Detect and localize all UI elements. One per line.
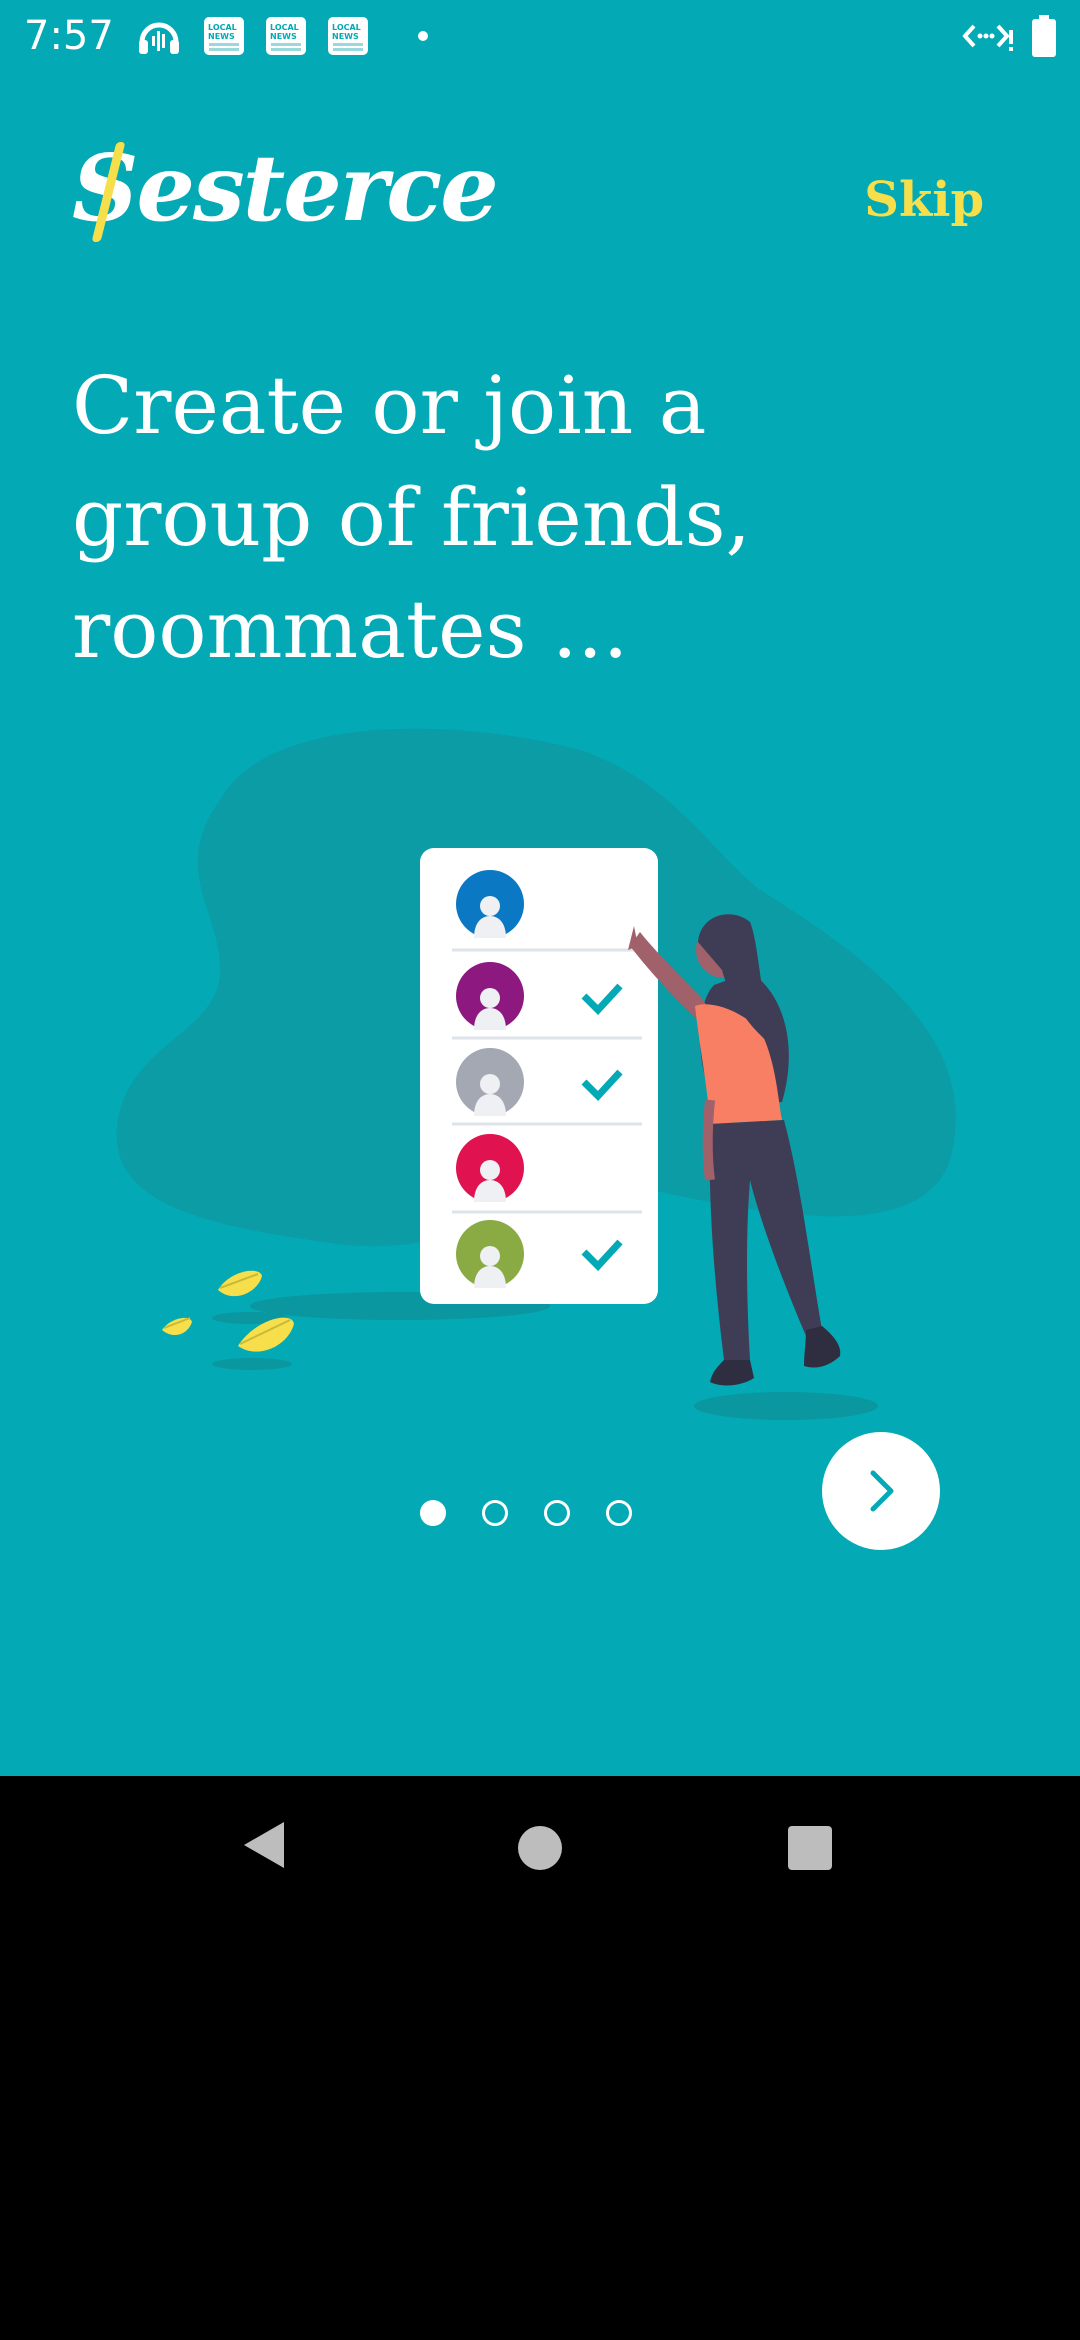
page-indicator xyxy=(420,1500,632,1526)
notification-icons: LOCAL NEWS LOCAL NEWS LOCAL NEWS xyxy=(136,14,428,58)
group-illustration xyxy=(116,728,956,1420)
skip-button[interactable]: Skip xyxy=(864,170,984,230)
news-icon: LOCAL NEWS xyxy=(266,17,306,55)
sesterce-logo: Sesterce xyxy=(72,134,499,242)
system-icons xyxy=(962,14,1056,58)
back-icon[interactable] xyxy=(240,1818,288,1872)
status-time: 7:57 xyxy=(24,13,114,59)
page-dot[interactable] xyxy=(606,1500,632,1526)
headline-line: roommates ... xyxy=(72,583,629,676)
onboarding-screen: 7:57 LOCAL NEWS LOCAL NEWS LOCAL NEWS Se… xyxy=(0,0,1080,1776)
member-card xyxy=(420,848,658,1304)
battery-icon xyxy=(1032,15,1056,57)
chevron-right-icon xyxy=(870,1470,894,1512)
news-icon: LOCAL NEWS xyxy=(328,17,368,55)
status-bar: 7:57 LOCAL NEWS LOCAL NEWS LOCAL NEWS xyxy=(0,0,1080,72)
page-dot[interactable] xyxy=(482,1500,508,1526)
page-dot[interactable] xyxy=(544,1500,570,1526)
data-saver-icon xyxy=(962,24,1013,51)
podcast-icon xyxy=(139,22,179,54)
recents-icon[interactable] xyxy=(786,1824,834,1872)
more-notifications-dot-icon xyxy=(418,31,428,41)
navigation-bar xyxy=(0,1776,1080,1920)
headline-line: group of friends, xyxy=(72,471,751,564)
page-dot-active[interactable] xyxy=(420,1500,446,1526)
onboarding-headline: Create or join a group of friends, roomm… xyxy=(72,350,972,686)
next-button[interactable] xyxy=(822,1432,940,1550)
news-icon: LOCAL NEWS xyxy=(204,17,244,55)
leaves-decoration xyxy=(162,1270,294,1370)
home-icon[interactable] xyxy=(516,1824,564,1872)
headline-line: Create or join a xyxy=(72,359,707,452)
